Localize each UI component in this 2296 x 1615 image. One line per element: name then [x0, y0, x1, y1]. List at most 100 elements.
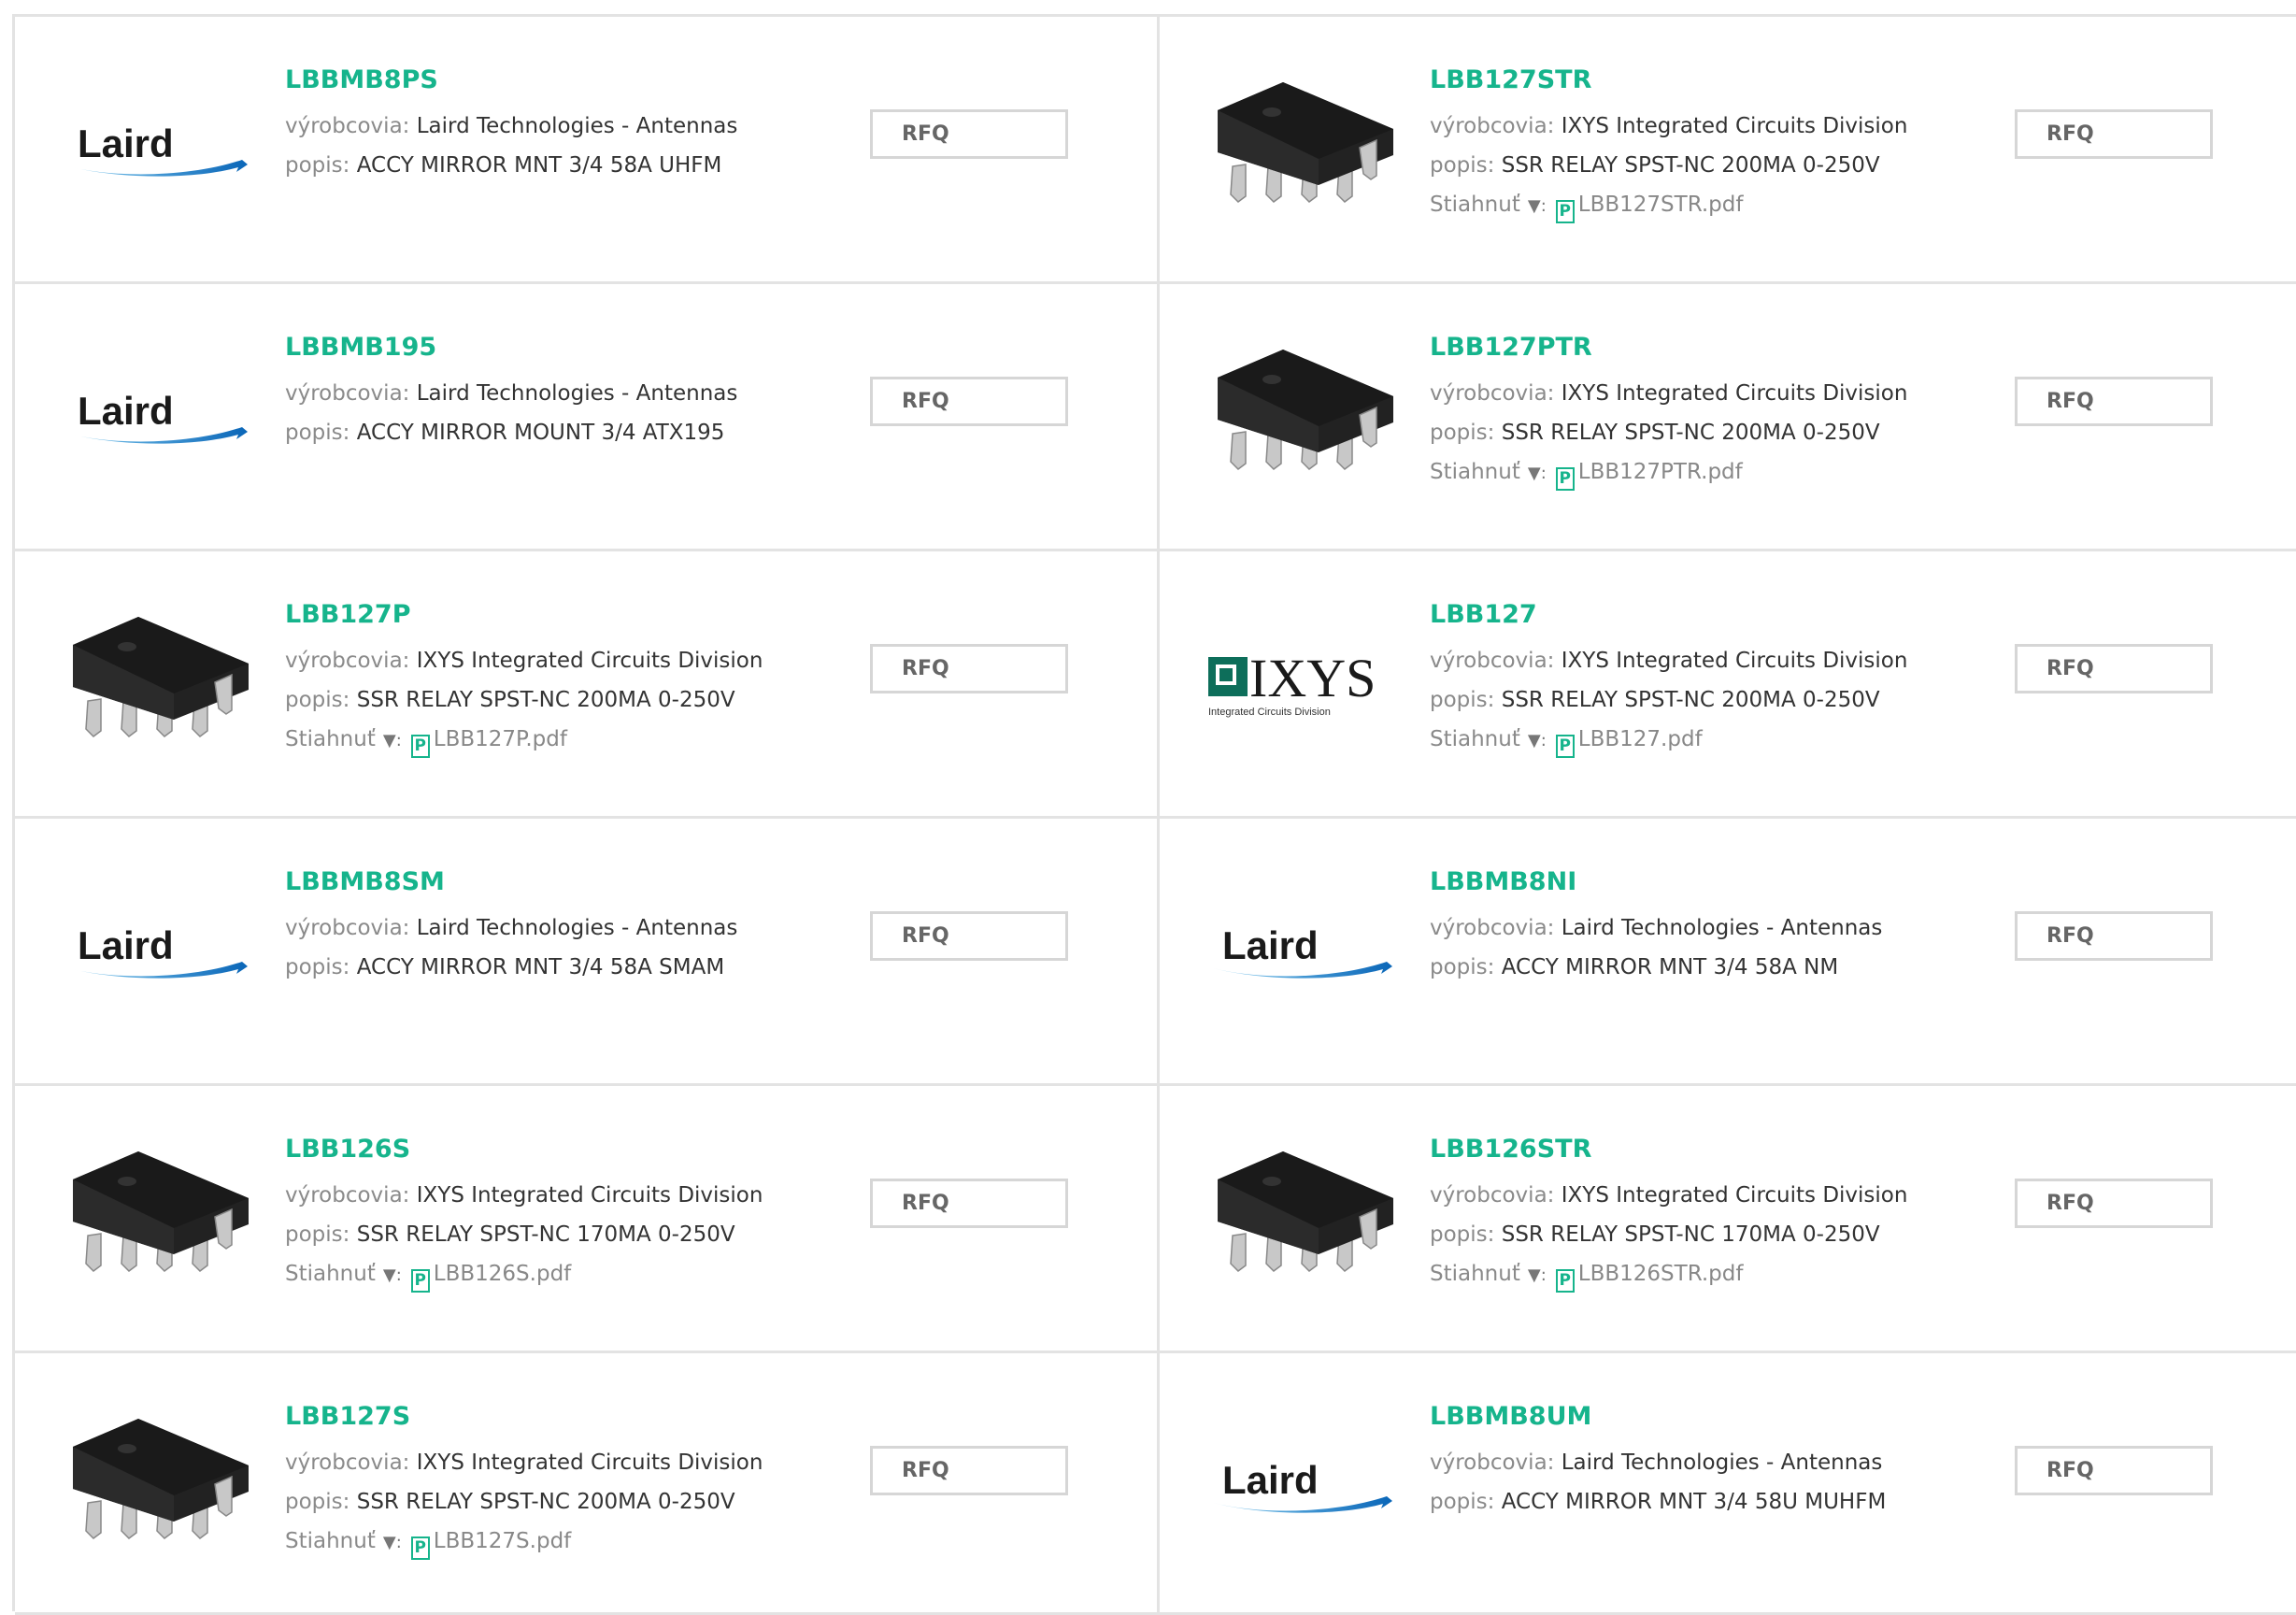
pdf-file-icon[interactable]: P — [410, 1269, 430, 1293]
datasheet-link[interactable]: LBB126S.pdf — [434, 1262, 571, 1286]
part-number-link[interactable]: LBB126S — [285, 1133, 846, 1166]
pdf-file-icon[interactable]: P — [1555, 467, 1575, 491]
part-number-link[interactable]: LBB127 — [1430, 598, 1990, 632]
part-number-link[interactable]: LBBMB8PS — [285, 64, 846, 97]
datasheet-link[interactable]: LBB127.pdf — [1578, 727, 1703, 751]
part-number-link[interactable]: LBB127S — [285, 1400, 846, 1434]
rfq-button[interactable]: RFQ — [870, 644, 1068, 693]
dropdown-arrow-icon[interactable]: ▼: — [1528, 464, 1547, 483]
pdf-file-icon[interactable]: P — [410, 1536, 430, 1560]
rfq-button[interactable]: RFQ — [870, 1446, 1068, 1495]
ic-chip-image[interactable] — [62, 589, 253, 780]
manufacturer-value: Laird Technologies - Antennas — [1561, 916, 1883, 940]
manufacturer-label: výrobcovia: — [285, 1183, 410, 1208]
part-number-link[interactable]: LBBMB8NI — [1430, 865, 1990, 899]
pdf-file-icon[interactable]: P — [410, 735, 430, 758]
description-line: popis: ACCY MIRROR MNT 3/4 58A SMAM — [285, 948, 846, 987]
ic-chip-image[interactable] — [62, 1123, 253, 1315]
product-card: LBB126STR výrobcovia: IXYS Integrated Cir… — [1160, 1086, 2296, 1353]
description-value: SSR RELAY SPST-NC 170MA 0-250V — [1501, 1222, 1880, 1247]
manufacturer-label: výrobcovia: — [1430, 916, 1555, 940]
download-line: Stiahnuť ▼: P LBB127PTR.pdf — [1430, 452, 1990, 493]
dropdown-arrow-icon[interactable]: ▼: — [1528, 196, 1547, 216]
download-line: Stiahnuť ▼: P LBB126S.pdf — [285, 1254, 846, 1295]
manufacturer-label: výrobcovia: — [285, 1451, 410, 1475]
part-number-link[interactable]: LBBMB8UM — [1430, 1400, 1990, 1434]
description-value: SSR RELAY SPST-NC 200MA 0-250V — [1501, 153, 1880, 178]
rfq-button[interactable]: RFQ — [2015, 1446, 2213, 1495]
pdf-file-icon[interactable]: P — [1555, 1269, 1575, 1293]
laird-logo[interactable]: Laird — [62, 322, 253, 513]
datasheet-link[interactable]: LBB126STR.pdf — [1578, 1262, 1744, 1286]
rfq-button[interactable]: RFQ — [2015, 644, 2213, 693]
datasheet-link[interactable]: LBB127STR.pdf — [1578, 193, 1744, 217]
manufacturer-value: Laird Technologies - Antennas — [416, 381, 738, 406]
dropdown-arrow-icon[interactable]: ▼: — [383, 731, 402, 750]
svg-text:Laird: Laird — [78, 121, 174, 165]
manufacturer-line: výrobcovia: IXYS Integrated Circuits Div… — [285, 641, 846, 680]
svg-text:Laird: Laird — [78, 923, 174, 967]
download-label: Stiahnuť — [285, 1529, 376, 1553]
rfq-button[interactable]: RFQ — [2015, 109, 2213, 159]
manufacturer-line: výrobcovia: Laird Technologies - Antenna… — [285, 908, 846, 948]
product-card: Laird LBBMB195 výrobcovia: Laird Technolog… — [15, 284, 1160, 551]
dropdown-arrow-icon[interactable]: ▼: — [1528, 1265, 1547, 1285]
datasheet-link[interactable]: LBB127PTR.pdf — [1578, 460, 1743, 484]
ic-chip-image[interactable] — [1206, 1123, 1398, 1315]
part-number-link[interactable]: LBB127PTR — [1430, 331, 1990, 364]
ic-chip-image[interactable] — [1206, 322, 1398, 513]
description-label: popis: — [1430, 1490, 1495, 1514]
datasheet-link[interactable]: LBB127P.pdf — [434, 727, 567, 751]
dropdown-arrow-icon[interactable]: ▼: — [1528, 731, 1547, 750]
pdf-file-icon[interactable]: P — [1555, 735, 1575, 758]
description-label: popis: — [1430, 153, 1495, 178]
manufacturer-label: výrobcovia: — [1430, 649, 1555, 673]
laird-logo[interactable]: Laird — [1206, 1391, 1398, 1582]
dropdown-arrow-icon[interactable]: ▼: — [383, 1265, 402, 1285]
description-label: popis: — [285, 1490, 350, 1514]
rfq-button[interactable]: RFQ — [2015, 1179, 2213, 1228]
description-label: popis: — [285, 688, 350, 712]
svg-text:Integrated Circuits Division: Integrated Circuits Division — [1208, 707, 1331, 718]
manufacturer-line: výrobcovia: IXYS Integrated Circuits Div… — [285, 1443, 846, 1482]
part-number-link[interactable]: LBB126STR — [1430, 1133, 1990, 1166]
part-number-link[interactable]: LBB127P — [285, 598, 846, 632]
description-line: popis: SSR RELAY SPST-NC 200MA 0-250V — [1430, 413, 1990, 452]
rfq-button[interactable]: RFQ — [2015, 911, 2213, 961]
laird-logo[interactable]: Laird — [62, 856, 253, 1048]
rfq-button[interactable]: RFQ — [870, 911, 1068, 961]
download-line: Stiahnuť ▼: P LBB127.pdf — [1430, 720, 1990, 761]
manufacturer-line: výrobcovia: Laird Technologies - Antenna… — [285, 107, 846, 146]
laird-logo[interactable]: Laird — [1206, 856, 1398, 1048]
product-card: LBB127S výrobcovia: IXYS Integrated Circu… — [15, 1353, 1160, 1615]
datasheet-link[interactable]: LBB127S.pdf — [434, 1529, 571, 1553]
ic-chip-image[interactable] — [1206, 54, 1398, 246]
download-label: Stiahnuť — [1430, 1262, 1520, 1286]
rfq-button[interactable]: RFQ — [870, 377, 1068, 426]
manufacturer-line: výrobcovia: Laird Technologies - Antenna… — [1430, 1443, 1990, 1482]
product-info: LBBMB8SM výrobcovia: Laird Technologies -… — [285, 865, 846, 987]
product-info: LBB127STR výrobcovia: IXYS Integrated Cir… — [1430, 64, 1990, 226]
download-label: Stiahnuť — [1430, 727, 1520, 751]
product-info: LBB126S výrobcovia: IXYS Integrated Circu… — [285, 1133, 846, 1295]
manufacturer-value: IXYS Integrated Circuits Division — [1561, 381, 1908, 406]
manufacturer-value: IXYS Integrated Circuits Division — [416, 1183, 763, 1208]
product-info: LBB127S výrobcovia: IXYS Integrated Circu… — [285, 1400, 846, 1563]
part-number-link[interactable]: LBBMB8SM — [285, 865, 846, 899]
svg-text:Laird: Laird — [1222, 1458, 1319, 1502]
description-value: SSR RELAY SPST-NC 200MA 0-250V — [1501, 688, 1880, 712]
ic-chip-image[interactable] — [62, 1391, 253, 1582]
rfq-button[interactable]: RFQ — [870, 1179, 1068, 1228]
part-number-link[interactable]: LBB127STR — [1430, 64, 1990, 97]
rfq-button[interactable]: RFQ — [870, 109, 1068, 159]
manufacturer-label: výrobcovia: — [1430, 381, 1555, 406]
ixys-logo[interactable]: IXYS Integrated Circuits Division — [1206, 589, 1398, 780]
dropdown-arrow-icon[interactable]: ▼: — [383, 1533, 402, 1552]
pdf-file-icon[interactable]: P — [1555, 200, 1575, 223]
product-card: Laird LBBMB8NI výrobcovia: Laird Technolog… — [1160, 819, 2296, 1086]
manufacturer-line: výrobcovia: IXYS Integrated Circuits Div… — [285, 1176, 846, 1215]
part-number-link[interactable]: LBBMB195 — [285, 331, 846, 364]
laird-logo[interactable]: Laird — [62, 54, 253, 246]
manufacturer-value: IXYS Integrated Circuits Division — [416, 1451, 763, 1475]
rfq-button[interactable]: RFQ — [2015, 377, 2213, 426]
